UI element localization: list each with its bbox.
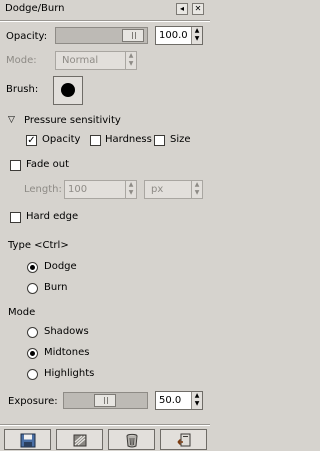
separator <box>0 20 210 22</box>
delete-button[interactable] <box>108 429 155 450</box>
highlights-radio[interactable] <box>27 369 38 380</box>
exposure-slider-handle[interactable] <box>94 394 116 407</box>
mode-label: Mode: <box>6 55 37 66</box>
separator <box>0 424 210 426</box>
spin-arrows-icon[interactable]: ▲ ▼ <box>191 392 202 409</box>
length-value: 100 <box>68 184 88 195</box>
window-title: Dodge/Burn <box>5 3 65 14</box>
fade-out-checkbox[interactable] <box>10 160 21 171</box>
opacity-slider-handle[interactable] <box>122 29 144 42</box>
type-label: Type <Ctrl> <box>8 240 69 251</box>
brush-label: Brush: <box>6 84 39 95</box>
close-icon[interactable]: ✕ <box>192 3 204 15</box>
pressure-opacity-label: Opacity <box>42 134 81 145</box>
mode-combo[interactable]: Normal ▲ ▼ <box>55 51 137 70</box>
spin-arrows-icon: ▲ ▼ <box>125 181 136 198</box>
mode-range-label: Mode <box>8 307 36 318</box>
mode-value: Normal <box>62 55 99 66</box>
pressure-hardness-label: Hardness <box>105 134 152 145</box>
pressure-size-label: Size <box>170 134 191 145</box>
hard-edge-label: Hard edge <box>26 211 79 222</box>
midtones-radio[interactable] <box>27 348 38 359</box>
tab-menu-icon[interactable]: ◂ <box>176 3 188 15</box>
opacity-value: 100.0 <box>159 30 188 41</box>
opacity-label: Opacity: <box>6 31 48 42</box>
save-icon <box>20 433 36 448</box>
exposure-slider[interactable] <box>63 392 148 409</box>
exposure-spinbox[interactable]: 50.0 ▲ ▼ <box>155 391 203 410</box>
title-bar: Dodge/Burn ◂ ✕ <box>0 0 210 20</box>
restore-button[interactable] <box>56 429 103 450</box>
bottom-toolbar <box>0 427 210 451</box>
delete-icon <box>126 433 138 448</box>
brush-button[interactable] <box>53 76 83 105</box>
pressure-hardness-checkbox[interactable] <box>90 135 101 146</box>
expander-arrow-icon[interactable]: ▽ <box>8 115 15 125</box>
brush-preview-icon <box>61 83 75 97</box>
highlights-label: Highlights <box>44 368 95 379</box>
save-button[interactable] <box>4 429 51 450</box>
combo-arrows-icon: ▲ ▼ <box>191 181 202 198</box>
spin-arrows-icon[interactable]: ▲ ▼ <box>191 27 202 44</box>
pressure-opacity-checkbox[interactable]: ✓ <box>26 135 37 146</box>
exposure-label: Exposure: <box>8 396 58 407</box>
opacity-slider[interactable] <box>55 27 148 44</box>
midtones-label: Midtones <box>44 347 90 358</box>
exposure-value: 50.0 <box>159 395 182 406</box>
burn-label: Burn <box>44 282 68 293</box>
fade-out-label: Fade out <box>26 159 70 170</box>
burn-radio[interactable] <box>27 283 38 294</box>
length-label: Length: <box>24 184 62 195</box>
unit-combo[interactable]: px ▲ ▼ <box>144 180 203 199</box>
pressure-size-checkbox[interactable] <box>154 135 165 146</box>
shadows-radio[interactable] <box>27 327 38 338</box>
reset-icon <box>177 433 191 447</box>
combo-arrows-icon: ▲ ▼ <box>125 52 136 69</box>
hard-edge-checkbox[interactable] <box>10 212 21 223</box>
length-spinbox[interactable]: 100 ▲ ▼ <box>64 180 137 199</box>
dodge-radio[interactable] <box>27 262 38 273</box>
reset-button[interactable] <box>160 429 207 450</box>
unit-value: px <box>151 184 164 195</box>
restore-icon <box>73 434 87 447</box>
opacity-spinbox[interactable]: 100.0 ▲ ▼ <box>155 26 203 45</box>
dodge-label: Dodge <box>44 261 77 272</box>
shadows-label: Shadows <box>44 326 89 337</box>
pressure-header[interactable]: Pressure sensitivity <box>24 115 121 126</box>
